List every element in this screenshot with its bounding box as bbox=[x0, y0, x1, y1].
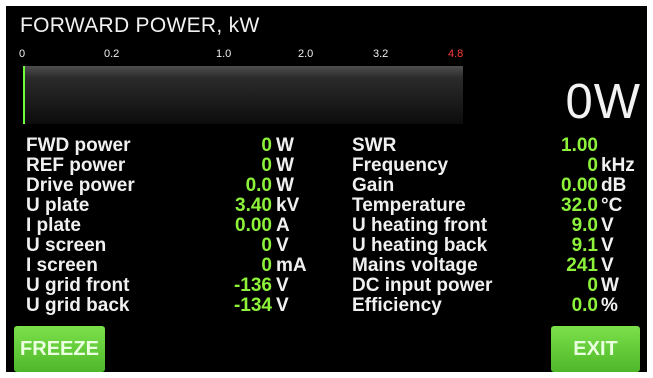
parameter-unit: W bbox=[601, 275, 619, 296]
parameter-value: 32.0 bbox=[561, 195, 598, 216]
parameter-value: 0 bbox=[261, 255, 272, 276]
parameter-value: 241 bbox=[566, 255, 598, 276]
parameter-row: U plate 3.40 kV bbox=[26, 196, 316, 216]
parameter-row: Frequency 0 kHz bbox=[352, 156, 642, 176]
parameter-unit: A bbox=[276, 215, 290, 236]
scale-label-2: 1.0 bbox=[216, 48, 232, 60]
parameter-unit: W bbox=[276, 135, 294, 156]
parameter-label: Efficiency bbox=[352, 295, 442, 316]
parameter-value: 3.40 bbox=[235, 195, 272, 216]
parameter-value: 0.0 bbox=[571, 295, 598, 316]
parameter-row: Temperature 32.0 °C bbox=[352, 196, 642, 216]
parameter-label: DC input power bbox=[352, 275, 493, 296]
parameter-row: U heating front 9.0 V bbox=[352, 216, 642, 236]
power-bar-fill bbox=[23, 66, 25, 124]
scale-label-4: 3.2 bbox=[373, 48, 389, 60]
scale-label-1: 0.2 bbox=[104, 48, 120, 60]
parameter-label: I screen bbox=[26, 255, 98, 276]
power-readout: 0W bbox=[565, 75, 641, 129]
parameter-row: U grid back -134 V bbox=[26, 296, 316, 316]
parameter-row: I plate 0.00 A bbox=[26, 216, 316, 236]
parameter-unit: mA bbox=[276, 255, 307, 276]
parameter-row: FWD power 0 W bbox=[26, 136, 316, 156]
parameter-unit: % bbox=[601, 295, 618, 316]
parameter-row: U screen 0 V bbox=[26, 236, 316, 256]
amplifier-screen: FORWARD POWER, kW 0 0.2 1.0 2.0 3.2 4.8 … bbox=[6, 6, 647, 372]
parameter-unit: dB bbox=[601, 175, 627, 196]
parameter-label: U grid front bbox=[26, 275, 130, 296]
parameter-label: I plate bbox=[26, 215, 81, 236]
parameter-label: FWD power bbox=[26, 135, 131, 156]
parameter-value: 0 bbox=[261, 235, 272, 256]
parameter-row: Efficiency 0.0% bbox=[352, 296, 642, 316]
scale-label-3: 2.0 bbox=[298, 48, 314, 60]
parameter-value: 0 bbox=[587, 275, 598, 296]
parameter-unit: kV bbox=[276, 195, 300, 216]
parameter-unit: W bbox=[276, 155, 294, 176]
parameter-label: U heating back bbox=[352, 235, 488, 256]
parameter-unit: V bbox=[601, 255, 614, 276]
parameter-unit: V bbox=[276, 235, 289, 256]
parameter-row: SWR 1.00 bbox=[352, 136, 642, 156]
parameter-row: DC input power 0 W bbox=[352, 276, 642, 296]
parameter-row: Drive power 0.0 W bbox=[26, 176, 316, 196]
parameter-value: 0.00 bbox=[561, 175, 598, 196]
parameter-value: -136 bbox=[233, 275, 272, 296]
parameter-label: Gain bbox=[352, 175, 395, 196]
parameter-label: U plate bbox=[26, 195, 90, 216]
parameter-label: Frequency bbox=[352, 155, 449, 176]
parameter-label: REF power bbox=[26, 155, 126, 176]
parameter-value: 0.0 bbox=[245, 175, 272, 196]
parameter-label: Drive power bbox=[26, 175, 135, 196]
parameter-unit: kHz bbox=[601, 155, 635, 176]
scale-label-max: 4.8 bbox=[448, 48, 464, 60]
parameter-label: SWR bbox=[352, 135, 397, 156]
parameter-unit: °C bbox=[601, 195, 623, 216]
parameter-row: REF power 0 W bbox=[26, 156, 316, 176]
parameter-unit: V bbox=[276, 275, 289, 296]
parameter-label: U screen bbox=[26, 235, 107, 256]
parameter-row: U grid front -136 V bbox=[26, 276, 316, 296]
parameter-label: Temperature bbox=[352, 195, 466, 216]
parameter-value: 9.1 bbox=[571, 235, 598, 256]
parameter-value: 9.0 bbox=[571, 215, 598, 236]
parameter-unit: V bbox=[601, 215, 614, 236]
parameter-row: Mains voltage 241 V bbox=[352, 256, 642, 276]
parameter-value: -134 bbox=[233, 295, 272, 316]
parameter-label: U grid back bbox=[26, 295, 130, 316]
exit-button[interactable]: EXIT bbox=[551, 326, 640, 372]
parameter-row: I screen 0 mA bbox=[26, 256, 316, 276]
parameter-unit: W bbox=[276, 175, 294, 196]
parameter-value: 0.00 bbox=[235, 215, 272, 236]
scale-label-0: 0 bbox=[19, 48, 26, 60]
parameter-value: 0 bbox=[587, 155, 598, 176]
parameter-value: 1.00 bbox=[561, 135, 598, 156]
parameter-row: Gain 0.00 dB bbox=[352, 176, 642, 196]
parameter-label: Mains voltage bbox=[352, 255, 478, 276]
page-title: FORWARD POWER, kW bbox=[20, 14, 260, 37]
parameter-row: U heating back 9.1 V bbox=[352, 236, 642, 256]
freeze-button[interactable]: FREEZE bbox=[14, 326, 105, 372]
parameter-label: U heating front bbox=[352, 215, 488, 236]
parameter-value: 0 bbox=[261, 135, 272, 156]
power-bar-meter bbox=[23, 66, 463, 124]
parameter-unit: V bbox=[601, 235, 614, 256]
parameter-unit: V bbox=[276, 295, 289, 316]
parameter-value: 0 bbox=[261, 155, 272, 176]
